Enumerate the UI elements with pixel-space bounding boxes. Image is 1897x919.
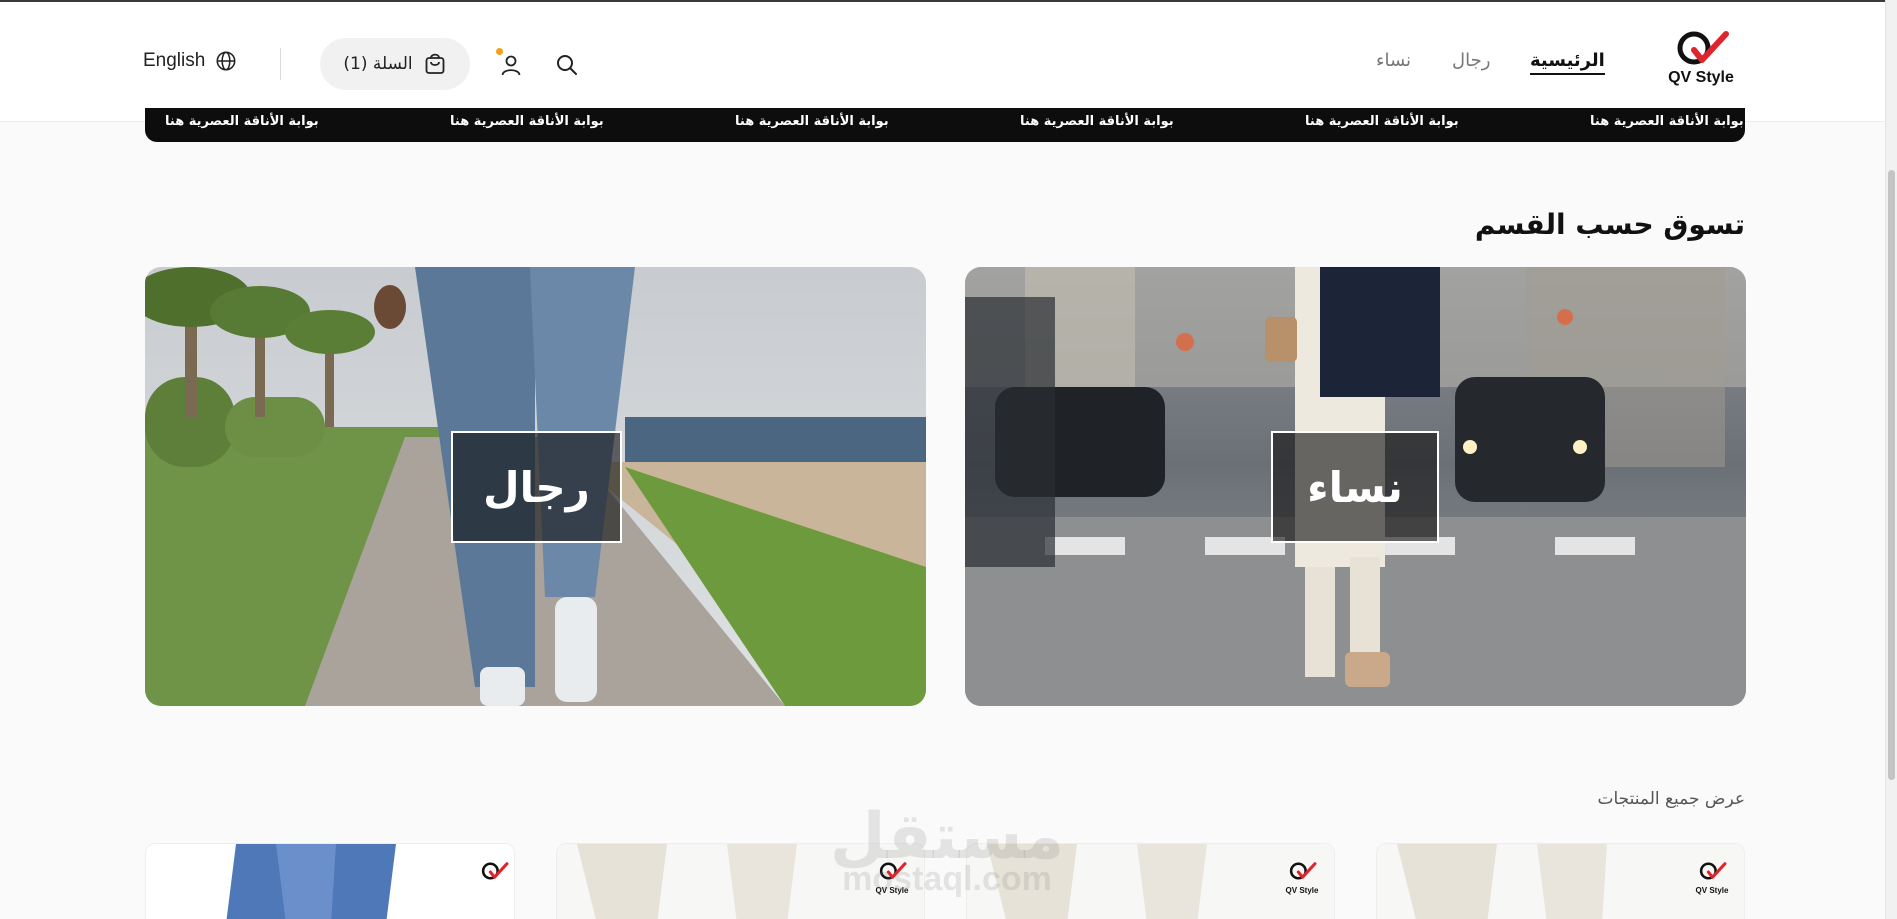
marquee-text: بوابة الأناقة العصرية هنا [1020,114,1174,129]
cart-label: السلة (1) [343,54,413,74]
brand-logo[interactable]: QV Style [1660,28,1742,92]
marquee-text: بوابة الأناقة العصرية هنا [1305,114,1459,129]
category-card-women[interactable]: نساء [965,267,1746,706]
section-title: تسوق حسب القسم [1474,208,1745,241]
notification-dot [496,48,503,55]
product-logo: QV Style [1282,860,1322,895]
category-card-men[interactable]: رجال [145,267,926,706]
product-logo: QV Style [1692,860,1732,895]
product-image [557,844,924,919]
product-card[interactable]: QV Style [1376,843,1745,919]
globe-icon [216,51,236,71]
language-switcher[interactable]: English [143,50,237,72]
logo-check-icon [1677,31,1729,65]
product-card[interactable] [145,843,515,919]
page-scrollbar[interactable] [1885,0,1897,919]
marquee-text: بوابة الأناقة العصرية هنا [450,114,604,129]
promo-marquee: بوابة الأناقة العصرية هنا بوابة الأناقة … [145,108,1745,142]
marquee-text: بوابة الأناقة العصرية هنا [1590,114,1744,129]
product-card[interactable]: QV Style [556,843,925,919]
marquee-text: بوابة الأناقة العصرية هنا [735,114,889,129]
product-image [967,844,1334,919]
product-card[interactable]: QV Style [966,843,1335,919]
marquee-text: بوابة الأناقة العصرية هنا [165,114,319,129]
shopping-bag-icon [425,53,445,74]
logo-check-icon [481,862,509,880]
logo-check-icon [1699,862,1727,880]
product-logo [474,860,514,886]
product-logo: QV Style [872,860,912,895]
nav-women[interactable]: نساء [1376,50,1411,71]
cart-button[interactable]: السلة (1) [320,38,470,90]
scrollbar-thumb[interactable] [1888,170,1895,780]
category-label-men: رجال [451,431,622,543]
view-all-products-link[interactable]: عرض جميع المنتجات [1597,789,1745,809]
site-header: QV Style الرئيسية رجال نساء السلة (1) En… [0,2,1885,122]
logo-text: QV Style [1668,69,1734,86]
nav-home[interactable]: الرئيسية [1530,50,1605,75]
logo-check-icon [879,862,907,880]
language-label: English [143,50,206,71]
product-image [146,844,514,919]
category-title: رجال [483,462,590,512]
search-icon [557,55,577,75]
product-image [1377,844,1744,919]
search-button[interactable] [552,50,582,80]
category-title: نساء [1307,462,1403,512]
nav-men[interactable]: رجال [1452,50,1490,71]
logo-check-icon [1289,862,1317,880]
category-label-women: نساء [1271,431,1439,543]
user-icon [501,55,521,76]
header-divider [280,48,281,80]
